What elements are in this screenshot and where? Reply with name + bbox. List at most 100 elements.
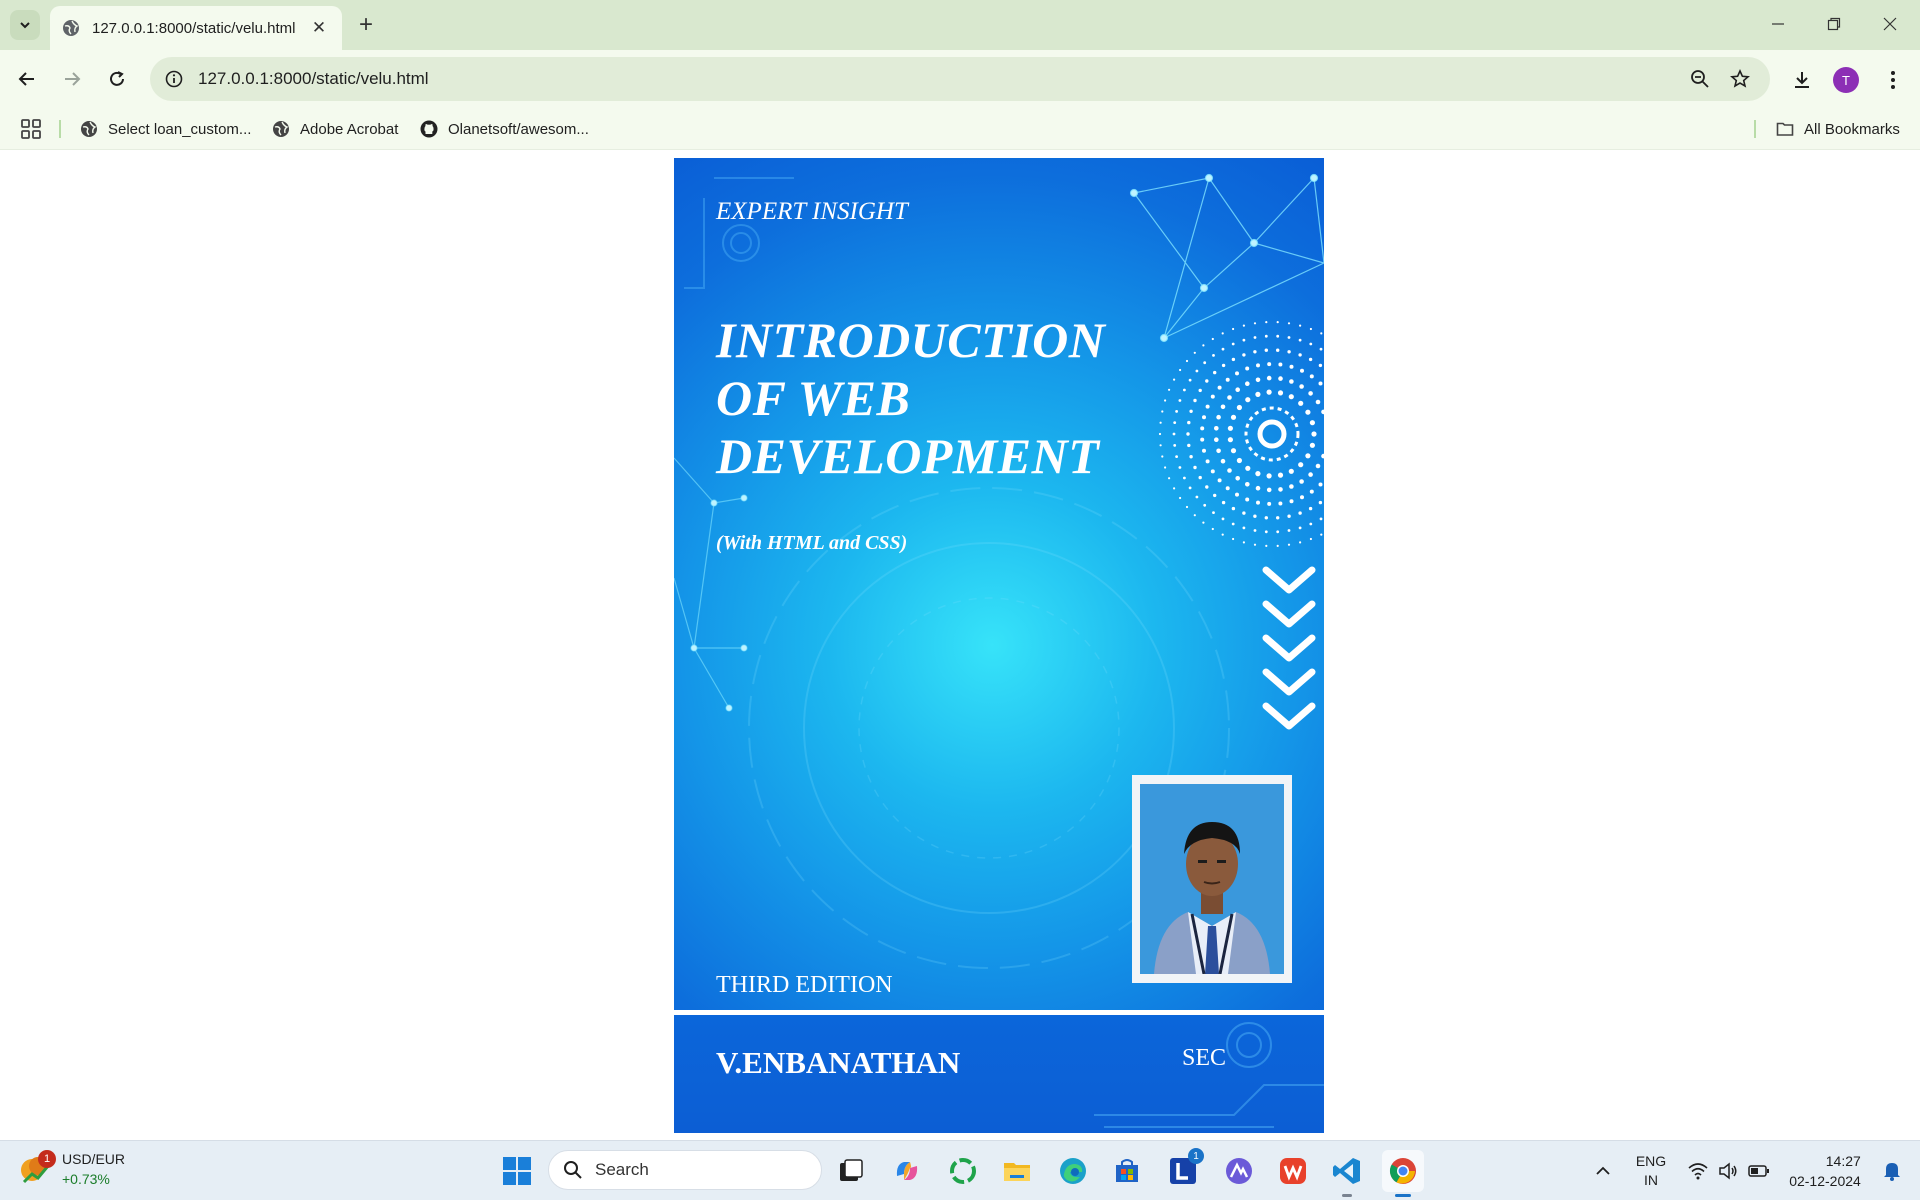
all-bookmarks-button[interactable]: All Bookmarks (1776, 116, 1900, 142)
notifications-button[interactable] (1874, 1141, 1910, 1201)
chrome-button[interactable] (1382, 1150, 1424, 1197)
clock[interactable]: 14:27 02-12-2024 (1780, 1141, 1870, 1201)
forward-button[interactable] (55, 62, 89, 96)
decorative-dot (1173, 421, 1177, 424)
site-info-button[interactable] (154, 59, 194, 99)
decorative-dot (1164, 466, 1167, 469)
decorative-dot (1230, 414, 1237, 420)
address-bar[interactable]: 127.0.0.1:8000/static/velu.html (150, 57, 1770, 101)
decorative-dot (1305, 453, 1311, 459)
decorative-dot (1212, 511, 1215, 514)
taskbar-search[interactable]: Search (548, 1150, 822, 1190)
decorative-dot (1266, 389, 1272, 395)
decorative-dot (1287, 322, 1291, 325)
decorative-dot (1308, 357, 1313, 362)
language-line1: ENG (1635, 1153, 1667, 1169)
zoom-out-icon (1691, 70, 1709, 88)
task-view-button[interactable] (830, 1150, 872, 1192)
bookmark-adobe-acrobat[interactable]: Adobe Acrobat (272, 116, 398, 142)
system-status-group[interactable] (1684, 1141, 1774, 1201)
decorative-dot (1245, 465, 1251, 471)
show-hidden-icons-button[interactable] (1588, 1141, 1618, 1201)
zoom-button[interactable] (1680, 59, 1720, 99)
language-line2: IN (1644, 1172, 1658, 1188)
vector-app-button[interactable] (1218, 1150, 1260, 1192)
cover-subtitle: (With HTML and CSS) (716, 532, 908, 554)
decorative-dot (1253, 529, 1257, 532)
file-explorer-button[interactable] (996, 1150, 1038, 1192)
back-button[interactable] (10, 62, 44, 96)
file-explorer-icon (1004, 1163, 1030, 1181)
decorative-dot (1318, 482, 1323, 487)
decorative-dot (1235, 492, 1239, 497)
decorative-dot (1231, 522, 1235, 526)
decorative-dot (1235, 387, 1240, 392)
decorative-dot (1256, 500, 1260, 505)
decorative-dot (1315, 463, 1321, 469)
close-tab-icon[interactable]: ✕ (308, 17, 330, 39)
store-icon (1116, 1159, 1138, 1182)
bookmark-github[interactable]: Olanetsoft/awesom... (420, 116, 589, 142)
menu-button[interactable] (1875, 62, 1911, 98)
restore-button[interactable] (1806, 0, 1862, 48)
decorative-dot (1164, 399, 1167, 402)
decorative-dot (1172, 432, 1176, 436)
decorative-dot (1321, 453, 1324, 459)
minimize-button[interactable] (1750, 0, 1806, 48)
decorative-dot (1276, 530, 1280, 534)
bookmark-loan[interactable]: Select loan_custom... (80, 116, 251, 142)
more-vertical-icon (1891, 71, 1895, 89)
start-button[interactable] (496, 1150, 538, 1192)
tab-search-button[interactable] (10, 10, 40, 40)
clock-time: 14:27 (1825, 1153, 1861, 1169)
language-indicator[interactable]: ENG IN (1628, 1141, 1674, 1201)
bookmark-star-button[interactable] (1720, 59, 1760, 99)
sync-app-button[interactable] (942, 1150, 984, 1192)
decorative-dot (1309, 522, 1313, 526)
l-app-button[interactable]: 1 (1162, 1148, 1204, 1192)
downloads-button[interactable] (1784, 62, 1820, 98)
decorative-dot (1255, 485, 1261, 491)
decorative-dot (1203, 503, 1207, 507)
decorative-dot (1245, 497, 1250, 502)
browser-tab[interactable]: 127.0.0.1:8000/static/velu.html ✕ (50, 6, 342, 50)
currency-widget[interactable]: 1 USD/EUR +0.73% (18, 1149, 125, 1189)
wps-button[interactable] (1272, 1150, 1314, 1192)
decorative-dot (1205, 485, 1209, 489)
copilot-button[interactable] (886, 1150, 928, 1192)
profile-button[interactable]: T (1828, 62, 1864, 98)
decorative-dot (1276, 321, 1279, 324)
cover-footer: V.ENBANATHAN SEC (674, 1015, 1324, 1133)
new-tab-button[interactable]: + (352, 11, 380, 39)
decorative-dot (1211, 337, 1214, 341)
decorative-dot (1253, 514, 1257, 518)
decorative-dot (1309, 420, 1315, 426)
vscode-button[interactable] (1326, 1150, 1368, 1197)
cover-author: V.ENBANATHAN (716, 1045, 961, 1080)
decorative-dot (1195, 369, 1199, 373)
decorative-dot (1200, 426, 1205, 431)
decorative-dot (1278, 362, 1283, 367)
reload-button[interactable] (100, 62, 134, 96)
decorative-dot (1225, 377, 1230, 382)
decorative-dot (1232, 327, 1235, 331)
edge-button[interactable] (1052, 1150, 1094, 1192)
decorative-dot (1193, 398, 1197, 403)
globe-icon (81, 121, 97, 137)
decorative-dot (1288, 394, 1294, 400)
decorative-dot (1264, 348, 1268, 352)
apps-grid-icon[interactable] (20, 118, 42, 140)
decorative-dot (1287, 336, 1291, 339)
close-window-button[interactable] (1862, 0, 1918, 48)
decorative-dot (1242, 541, 1245, 544)
decorative-dot (1185, 505, 1189, 509)
decorative-dot (1298, 526, 1302, 530)
decorative-dot (1235, 476, 1240, 481)
decorative-dot (1236, 404, 1242, 411)
copilot-icon (896, 1162, 918, 1180)
decorative-dot (1173, 378, 1176, 381)
store-button[interactable] (1106, 1150, 1148, 1192)
widget-value: +0.73% (62, 1171, 110, 1187)
decorative-dot (1255, 391, 1261, 397)
decorative-dot (1213, 370, 1217, 375)
